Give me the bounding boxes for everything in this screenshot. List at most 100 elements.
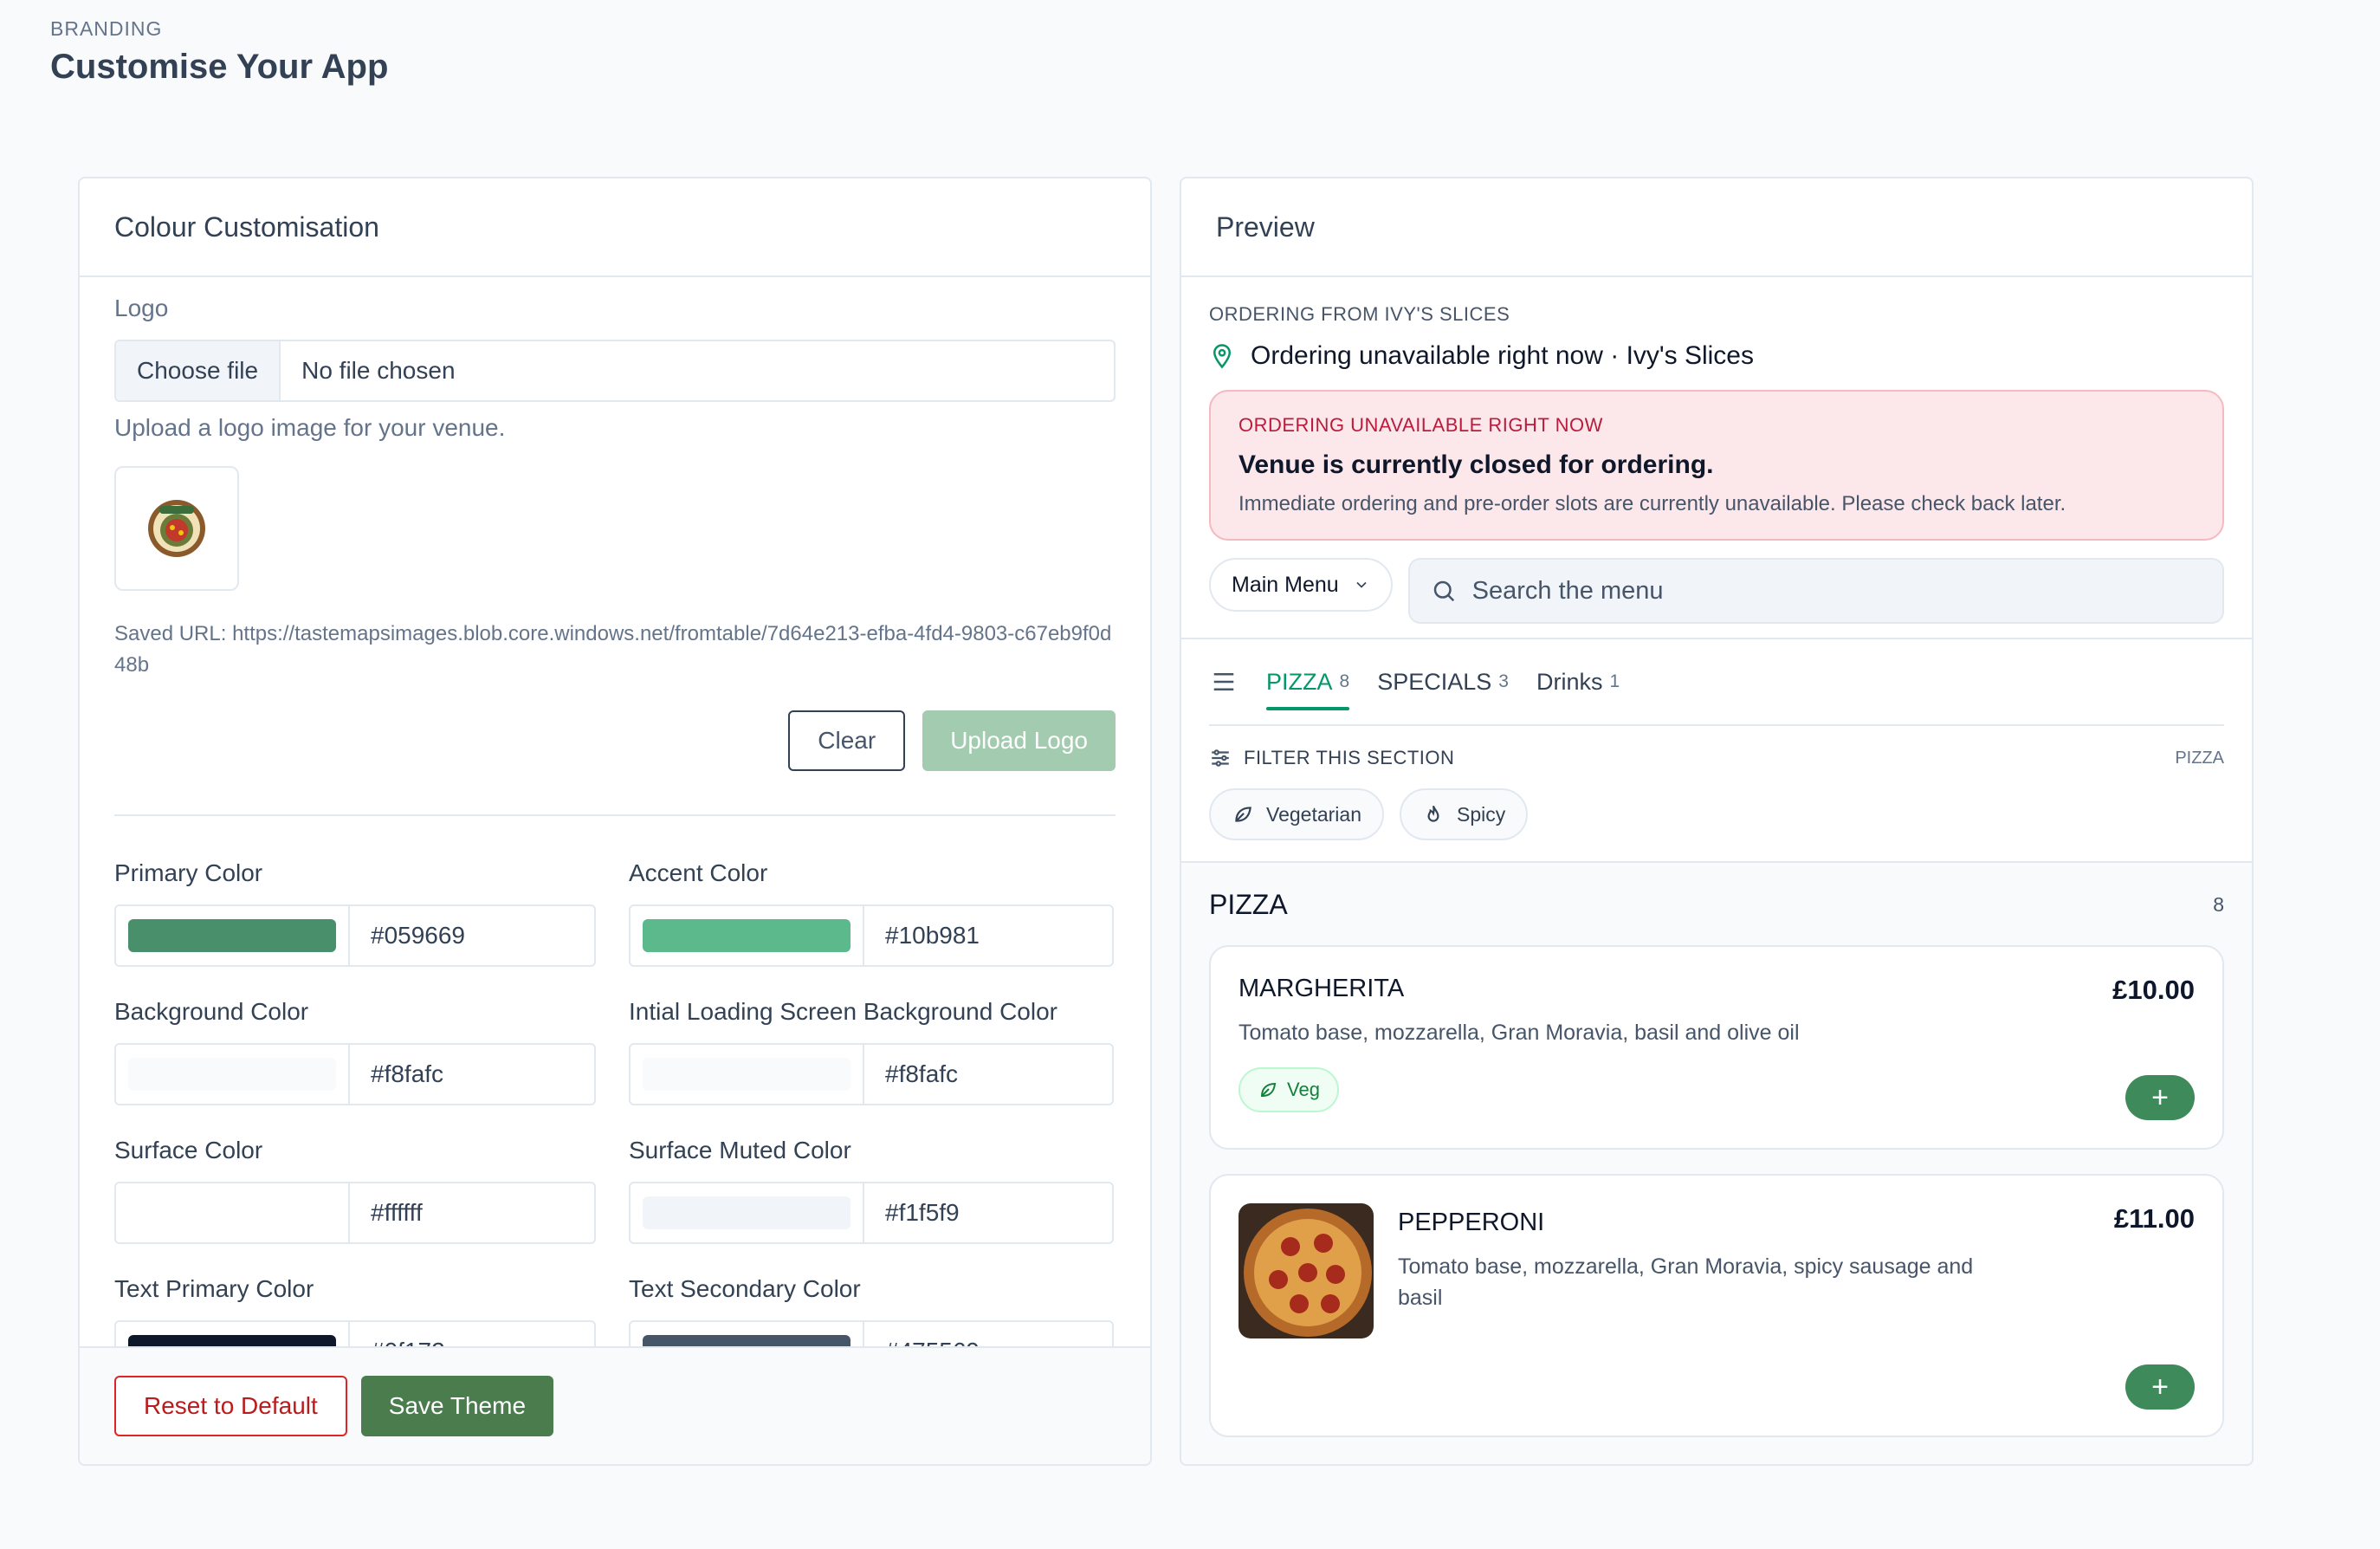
choose-file-button[interactable]: Choose file: [116, 341, 281, 400]
logo-preview: [114, 466, 239, 591]
chip-label: Spicy: [1456, 802, 1506, 826]
text-primary-color-field: Text Primary Color #0f172a: [114, 1275, 596, 1350]
color-swatch: [128, 919, 336, 952]
color-swatch: [643, 1058, 850, 1091]
preview-card: Preview ORDERING FROM IVY'S SLICES Order…: [1180, 177, 2254, 1466]
color-picker[interactable]: [631, 1183, 864, 1242]
item-description: Tomato base, mozzarella, Gran Moravia, b…: [1239, 1021, 1800, 1045]
tab-pizza[interactable]: PIZZA 8: [1266, 639, 1350, 724]
filter-section-name: PIZZA: [2175, 748, 2224, 768]
venue-logo-icon: [148, 500, 205, 557]
color-picker[interactable]: [116, 1045, 350, 1104]
accent-color-field: Accent Color #10b981: [629, 859, 1114, 998]
alert-eyebrow: ORDERING UNAVAILABLE RIGHT NOW: [1239, 414, 1603, 436]
save-theme-button[interactable]: Save Theme: [360, 1376, 554, 1436]
flame-icon: [1427, 805, 1439, 822]
color-label: Surface Muted Color: [629, 1137, 851, 1163]
primary-color-field: Primary Color #059669: [114, 859, 596, 998]
menu-select[interactable]: Main Menu: [1209, 558, 1393, 612]
leaf-icon: [1235, 807, 1251, 822]
color-swatch: [128, 1196, 336, 1229]
upload-logo-button[interactable]: Upload Logo: [922, 710, 1116, 771]
color-label: Surface Color: [114, 1137, 263, 1163]
alert-title: Venue is currently closed for ordering.: [1239, 450, 1714, 479]
item-price: £10.00: [2112, 975, 2195, 1005]
item-price: £11.00: [2113, 1203, 2195, 1234]
color-swatch: [128, 1058, 336, 1091]
location-line: Ordering unavailable right now · Ivy's S…: [1209, 341, 2224, 371]
hex-input[interactable]: #f8fafc: [864, 1045, 958, 1104]
logo-help-text: Upload a logo image for your venue.: [114, 414, 506, 441]
preview-title: Preview: [1181, 178, 2252, 277]
filter-label-text: FILTER THIS SECTION: [1244, 747, 1455, 768]
surface-color-field: Surface Color #ffffff: [114, 1137, 596, 1275]
divider: [114, 814, 1116, 816]
page-title: Customise Your App: [50, 48, 389, 86]
hex-input[interactable]: #f8fafc: [350, 1045, 443, 1104]
color-label: Text Secondary Color: [629, 1275, 861, 1302]
page-header: BRANDING Customise Your App: [50, 17, 388, 87]
page-eyebrow: BRANDING: [50, 17, 163, 40]
tab-label: PIZZA: [1266, 668, 1333, 695]
color-swatch: [643, 1196, 850, 1229]
alert-text: Immediate ordering and pre-order slots a…: [1239, 492, 2066, 515]
item-name: MARGHERITA: [1239, 975, 1405, 1002]
reset-to-default-button[interactable]: Reset to Default: [114, 1376, 347, 1436]
color-picker[interactable]: [631, 1045, 864, 1104]
menu-item-pepperoni[interactable]: PEPPERONI Tomato base, mozzarella, Gran …: [1209, 1174, 2224, 1437]
color-label: Intial Loading Screen Background Color: [629, 998, 1057, 1025]
chevron-down-icon: [1356, 581, 1367, 588]
add-to-cart-button[interactable]: +: [2125, 1364, 2195, 1410]
color-label: Background Color: [114, 998, 309, 1025]
color-label: Accent Color: [629, 859, 768, 886]
item-description: Tomato base, mozzarella, Gran Moravia, s…: [1398, 1254, 1974, 1310]
ordering-unavailable-alert: ORDERING UNAVAILABLE RIGHT NOW Venue is …: [1209, 390, 2224, 541]
category-tabs: PIZZA 8 SPECIALS 3 Drinks 1: [1209, 639, 2224, 726]
card-title: Colour Customisation: [80, 178, 1150, 277]
color-swatch: [643, 919, 850, 952]
section-count: 8: [2213, 893, 2224, 916]
chip-label: Vegetarian: [1266, 802, 1361, 826]
colour-customisation-card: Colour Customisation Logo Choose file No…: [78, 177, 1152, 1466]
hamburger-menu-icon[interactable]: [1209, 669, 1239, 695]
tab-label: SPECIALS: [1377, 668, 1492, 695]
color-label: Primary Color: [114, 859, 263, 886]
color-grid: Primary Color #059669 Accent Color #10b9…: [114, 859, 1116, 1350]
menu-select-value: Main Menu: [1232, 572, 1339, 597]
logo-file-input[interactable]: Choose file No file chosen: [114, 340, 1116, 402]
item-name: PEPPERONI: [1398, 1209, 1545, 1236]
hex-input[interactable]: #f1f5f9: [864, 1183, 960, 1242]
pepperoni-pizza-image: [1239, 1203, 1374, 1338]
sliders-icon: [1212, 749, 1229, 767]
location-pin-icon: [1213, 344, 1232, 369]
ordering-from-label: ORDERING FROM IVY'S SLICES: [1209, 303, 1510, 325]
color-picker[interactable]: [116, 906, 350, 965]
add-to-cart-button[interactable]: +: [2125, 1075, 2195, 1120]
color-picker[interactable]: [631, 906, 864, 965]
chip-vegetarian[interactable]: Vegetarian: [1209, 788, 1384, 840]
chip-spicy[interactable]: Spicy: [1399, 788, 1529, 840]
tab-count: 1: [1609, 671, 1620, 691]
section-title: PIZZA: [1209, 889, 1288, 920]
tab-drinks[interactable]: Drinks 1: [1536, 639, 1620, 724]
hex-input[interactable]: #10b981: [864, 906, 980, 965]
menu-list[interactable]: PIZZA 8 MARGHERITA £10.00 Tomato base, m…: [1181, 861, 2252, 1464]
location-text: Ordering unavailable right now · Ivy's S…: [1251, 341, 1754, 370]
leaf-icon: [1260, 1082, 1277, 1097]
search-placeholder: Search the menu: [1471, 576, 1664, 605]
color-picker[interactable]: [116, 1183, 350, 1242]
menu-item-margherita[interactable]: MARGHERITA £10.00 Tomato base, mozzarell…: [1209, 945, 2224, 1150]
surface-muted-color-field: Surface Muted Color #f1f5f9: [629, 1137, 1114, 1275]
clear-button[interactable]: Clear: [788, 710, 906, 771]
search-input[interactable]: Search the menu: [1407, 558, 2224, 624]
hex-input[interactable]: #ffffff: [350, 1183, 423, 1242]
file-status: No file chosen: [301, 357, 456, 384]
loading-bg-color-field: Intial Loading Screen Background Color #…: [629, 998, 1114, 1137]
logo-label: Logo: [114, 295, 169, 321]
tab-count: 8: [1339, 671, 1350, 691]
settings-scroll-area[interactable]: Logo Choose file No file chosen Upload a…: [80, 279, 1150, 1350]
background-color-field: Background Color #f8fafc: [114, 998, 596, 1137]
tab-specials[interactable]: SPECIALS 3: [1377, 639, 1509, 724]
hex-input[interactable]: #059669: [350, 906, 465, 965]
filter-label: FILTER THIS SECTION: [1209, 747, 1454, 769]
